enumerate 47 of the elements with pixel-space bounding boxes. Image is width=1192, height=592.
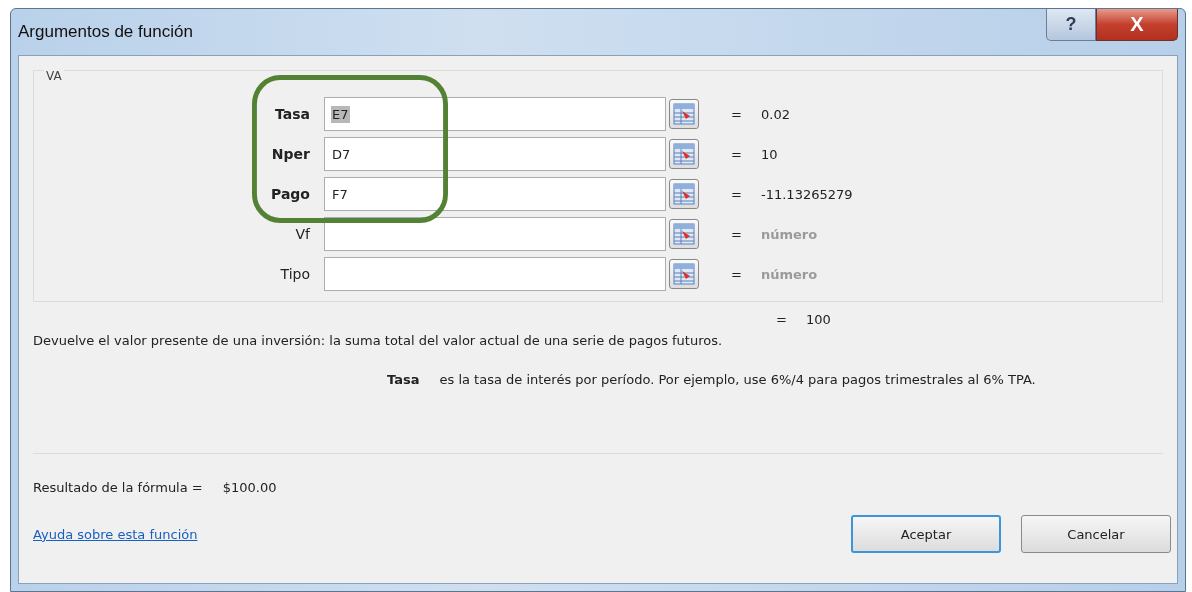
equals-sign: = — [731, 146, 743, 162]
argument-label: Pago — [270, 186, 311, 202]
selected-text: E7 — [331, 105, 350, 123]
ok-button[interactable]: Aceptar — [851, 515, 1001, 553]
equals-sign: = — [731, 226, 743, 242]
sheet-icon — [673, 143, 695, 165]
range-select-button[interactable] — [669, 99, 699, 129]
argument-label: Vf — [294, 226, 312, 242]
formula-result-value: $100.00 — [222, 480, 277, 495]
range-select-button[interactable] — [669, 179, 699, 209]
sheet-icon — [673, 183, 695, 205]
argument-result: número — [761, 226, 818, 242]
sheet-icon — [673, 263, 695, 285]
equals-sign: = — [731, 266, 743, 282]
argument-field[interactable]: E7 — [324, 97, 666, 131]
equals-sign: = — [731, 106, 743, 122]
range-select-button[interactable] — [669, 139, 699, 169]
equals-sign: = — [731, 186, 743, 202]
argument-label: Nper — [270, 146, 311, 162]
range-select-button[interactable] — [669, 219, 699, 249]
field-value: F7 — [331, 185, 349, 203]
argument-field[interactable]: D7 — [324, 137, 666, 171]
argument-field[interactable]: F7 — [324, 177, 666, 211]
argument-field[interactable] — [324, 217, 666, 251]
range-select-button[interactable] — [669, 259, 699, 289]
window-title: Argumentos de función — [18, 22, 193, 42]
argument-label: Tasa — [274, 106, 311, 122]
cancel-button[interactable]: Cancelar — [1021, 515, 1171, 553]
equals-sign: = — [776, 312, 788, 327]
function-description: Devuelve el valor presente de una inversión: la suma total del valor actual de una serie de pagos futuros. — [33, 333, 724, 348]
help-button[interactable]: ? — [1046, 9, 1096, 41]
argument-result: número — [761, 266, 818, 282]
argument-name: Tasa — [387, 372, 420, 387]
argument-description: es la tasa de interés por período. Por ejemplo, use 6%/4 para pagos trimestrales al 6% TPA. — [439, 372, 1036, 387]
group-title: VA — [44, 69, 64, 83]
field-value: D7 — [331, 145, 352, 163]
sheet-icon — [673, 223, 695, 245]
argument-result: 0.02 — [761, 106, 790, 122]
argument-label: Tipo — [279, 266, 311, 282]
help-link[interactable]: Ayuda sobre esta función — [33, 526, 198, 542]
argument-field[interactable] — [324, 257, 666, 291]
function-result: 100 — [806, 312, 831, 327]
argument-result: -11.13265279 — [761, 186, 853, 202]
argument-result: 10 — [761, 146, 778, 162]
formula-result-label: Resultado de la fórmula = — [33, 480, 203, 495]
close-button[interactable]: X — [1096, 9, 1178, 41]
sheet-icon — [673, 103, 695, 125]
